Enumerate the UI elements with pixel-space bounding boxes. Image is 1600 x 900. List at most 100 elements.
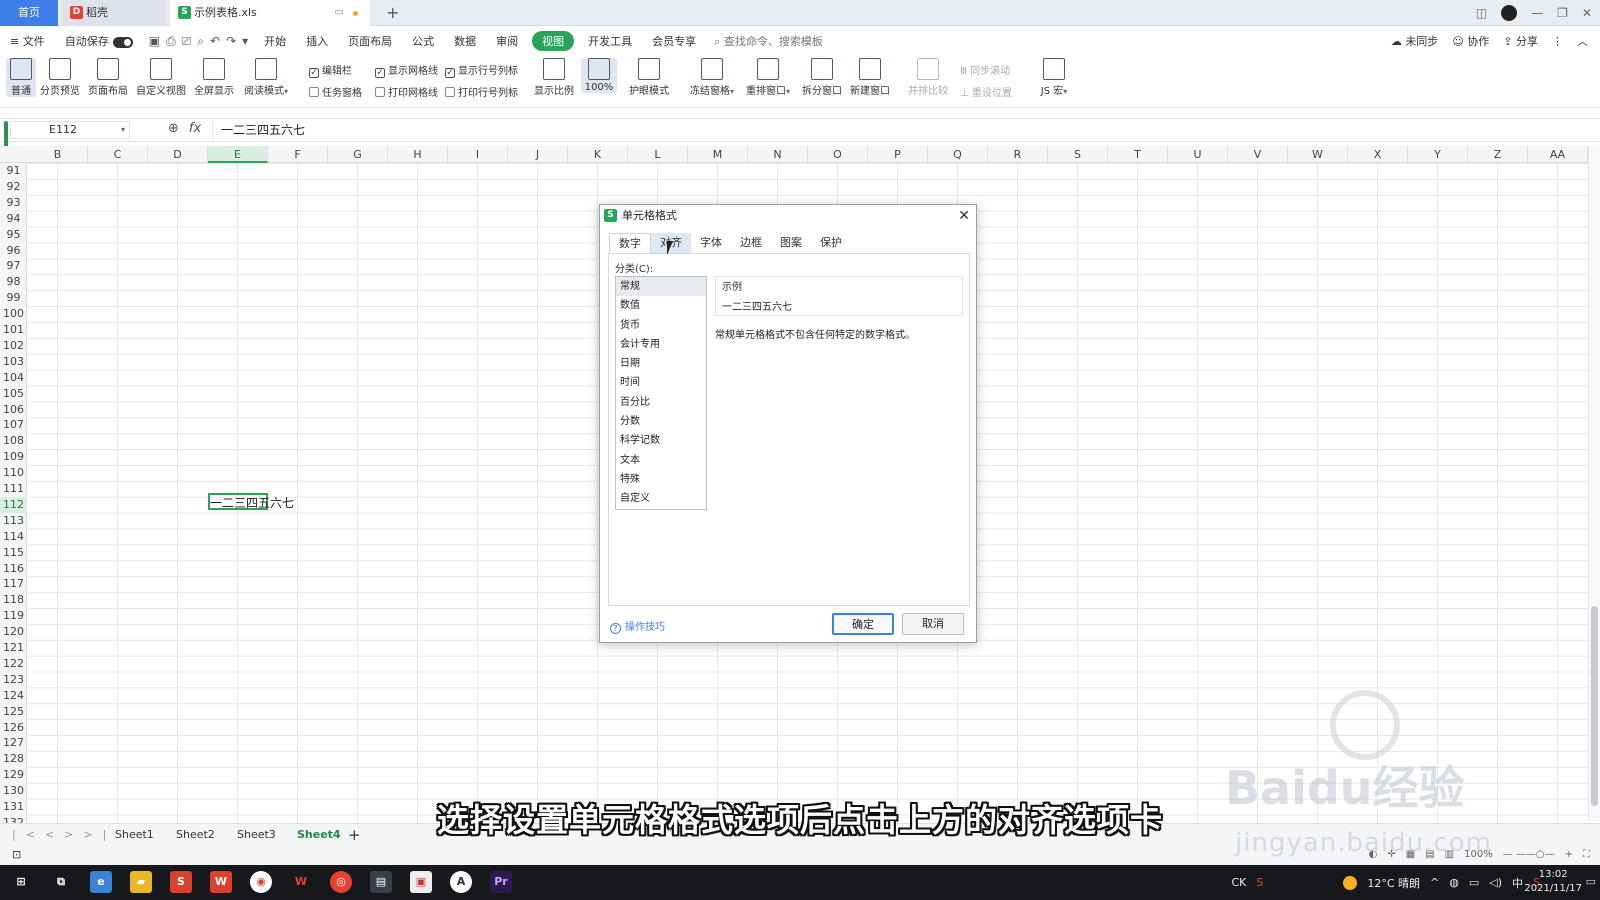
column-header-h[interactable]: H [388, 146, 448, 163]
row-header-95[interactable]: 95 [0, 227, 27, 243]
premiere-icon[interactable]: Pr [490, 871, 512, 893]
row-header-112[interactable]: 112 [0, 496, 27, 513]
row-header-114[interactable]: 114 [0, 529, 27, 545]
column-header-k[interactable]: K [568, 146, 628, 163]
row-header-111[interactable]: 111 [0, 481, 27, 497]
fullscreen-button[interactable]: 全屏显示 [192, 58, 236, 97]
zoom-button[interactable]: 显示比例 [532, 58, 576, 97]
save-icon[interactable]: ▣ [149, 34, 160, 49]
custom-view-button[interactable]: 自定义视图 [135, 58, 187, 97]
input-lang[interactable]: 中 [1512, 875, 1523, 891]
formula-input[interactable]: 一二三四五六七 [212, 119, 305, 141]
chrome-icon[interactable]: ◉ [250, 871, 272, 893]
row-header-125[interactable]: 125 [0, 704, 27, 720]
preview-icon[interactable]: ⌕ [197, 34, 204, 49]
tab-border[interactable]: 边框 [731, 233, 771, 253]
collapse-ribbon-icon[interactable]: ︿ [1577, 33, 1588, 49]
side-by-side-button[interactable]: 并排比较 [906, 58, 950, 97]
tips-link[interactable]: ? 操作技巧 [610, 618, 665, 634]
row-header-128[interactable]: 128 [0, 751, 27, 767]
row-header-91[interactable]: 91 [0, 163, 27, 179]
edge-icon[interactable]: e [90, 871, 112, 893]
tab-font[interactable]: 字体 [691, 233, 731, 253]
row-header-102[interactable]: 102 [0, 338, 27, 354]
row-header-121[interactable]: 121 [0, 640, 27, 656]
category-list[interactable]: 常规 数值 货币 会计专用 日期 时间 百分比 分数 科学记数 文本 特殊 自定义 [615, 276, 707, 510]
menu-review[interactable]: 审阅 [486, 33, 528, 49]
column-header-p[interactable]: P [868, 146, 928, 163]
reading-mode-button[interactable]: 阅读模式▾ [240, 58, 292, 97]
arrange-windows-button[interactable]: 重排窗口▾ [742, 58, 794, 97]
menu-insert[interactable]: 插入 [296, 33, 338, 49]
photo-app-icon[interactable]: ▣ [410, 871, 432, 893]
zoom-in-icon[interactable]: + [1565, 845, 1573, 865]
check-print-headers[interactable]: 打印行号列标 [445, 84, 518, 99]
tab-file[interactable]: S 示例表格.xls ▭ [170, 0, 370, 26]
split-window-button[interactable]: 拆分窗口 [800, 58, 844, 97]
add-tab-button[interactable]: + [386, 0, 399, 26]
reset-position-button[interactable]: ⊥ 重设位置 [960, 84, 1012, 99]
column-header-x[interactable]: X [1348, 146, 1408, 163]
category-item[interactable]: 文本 [616, 451, 706, 470]
restore-icon[interactable]: ❐ [1557, 6, 1568, 20]
name-box[interactable]: E112 ▾ [10, 121, 130, 139]
zoom-slider[interactable]: — ——○— [1503, 845, 1555, 865]
wps-spreadsheet-icon[interactable]: S [170, 871, 192, 893]
row-header-93[interactable]: 93 [0, 195, 27, 211]
wps-office-icon[interactable]: W [290, 871, 312, 893]
dialog-title-bar[interactable]: S 单元格格式 ✕ [600, 205, 976, 227]
row-header-127[interactable]: 127 [0, 735, 27, 751]
chevron-down-icon[interactable]: ▾ [121, 122, 125, 138]
js-macro-button[interactable]: JS 宏▾ [1034, 58, 1074, 97]
more-icon[interactable]: ▾ [242, 34, 248, 49]
pin-icon[interactable]: ▭ [335, 0, 344, 26]
tab-protection[interactable]: 保护 [811, 233, 851, 253]
menu-page-layout[interactable]: 页面布局 [338, 33, 402, 49]
tray-app-icon[interactable]: ◍ [1449, 876, 1459, 889]
column-header-aa[interactable]: AA [1528, 146, 1588, 163]
freeze-panes-button[interactable]: 冻结窗格▾ [686, 58, 738, 97]
tab-number[interactable]: 数字 [609, 233, 651, 253]
autosave-toggle[interactable]: 自动保存 [55, 33, 143, 49]
page-break-preview-button[interactable]: 分页预览 [38, 58, 82, 97]
row-header-105[interactable]: 105 [0, 386, 27, 402]
column-header-l[interactable]: L [628, 146, 688, 163]
eye-protection-button[interactable]: 护眼模式 [626, 58, 672, 97]
ok-button[interactable]: 确定 [832, 613, 894, 635]
sync-scroll-button[interactable]: Ⅲ 同步滚动 [960, 62, 1010, 77]
close-icon[interactable]: ✕ [958, 205, 970, 227]
row-header-96[interactable]: 96 [0, 243, 27, 259]
vertical-scrollbar[interactable] [1588, 146, 1600, 821]
category-item[interactable]: 科学记数 [616, 431, 706, 450]
normal-view-button[interactable]: 普通 [6, 58, 36, 97]
command-search[interactable]: ⌕ 查找命令、搜索模板 [714, 33, 823, 49]
row-header-119[interactable]: 119 [0, 608, 27, 624]
sogou-ime-icon[interactable]: S [1256, 876, 1263, 889]
zoom-100-button[interactable]: 100% [581, 58, 617, 93]
windows-start-icon[interactable]: ⊞ [10, 871, 32, 893]
home-tab[interactable]: 首页 [0, 0, 58, 26]
fx-icon[interactable]: fx [189, 121, 201, 136]
column-header-c[interactable]: C [88, 146, 148, 163]
chevron-up-icon[interactable]: ^ [1430, 876, 1439, 889]
redo-icon[interactable]: ↷ [226, 34, 236, 49]
ck-indicator[interactable]: CK [1231, 876, 1246, 889]
tab-pattern[interactable]: 图案 [771, 233, 811, 253]
row-header-118[interactable]: 118 [0, 592, 27, 608]
column-header-w[interactable]: W [1288, 146, 1348, 163]
category-item[interactable]: 货币 [616, 316, 706, 335]
row-header-99[interactable]: 99 [0, 290, 27, 306]
row-header-103[interactable]: 103 [0, 354, 27, 370]
fullscreen-icon[interactable]: ⛶ [1583, 845, 1590, 865]
row-header-115[interactable]: 115 [0, 545, 27, 561]
column-header-e[interactable]: E [208, 146, 268, 163]
category-item[interactable]: 时间 [616, 373, 706, 392]
print-icon[interactable]: ⎚ [182, 34, 192, 49]
sync-button[interactable]: ☁ 未同步 [1391, 33, 1439, 49]
category-item[interactable]: 会计专用 [616, 335, 706, 354]
row-header-117[interactable]: 117 [0, 576, 27, 592]
column-header-y[interactable]: Y [1408, 146, 1468, 163]
column-header-m[interactable]: M [688, 146, 748, 163]
column-header-v[interactable]: V [1228, 146, 1288, 163]
row-header-123[interactable]: 123 [0, 672, 27, 688]
